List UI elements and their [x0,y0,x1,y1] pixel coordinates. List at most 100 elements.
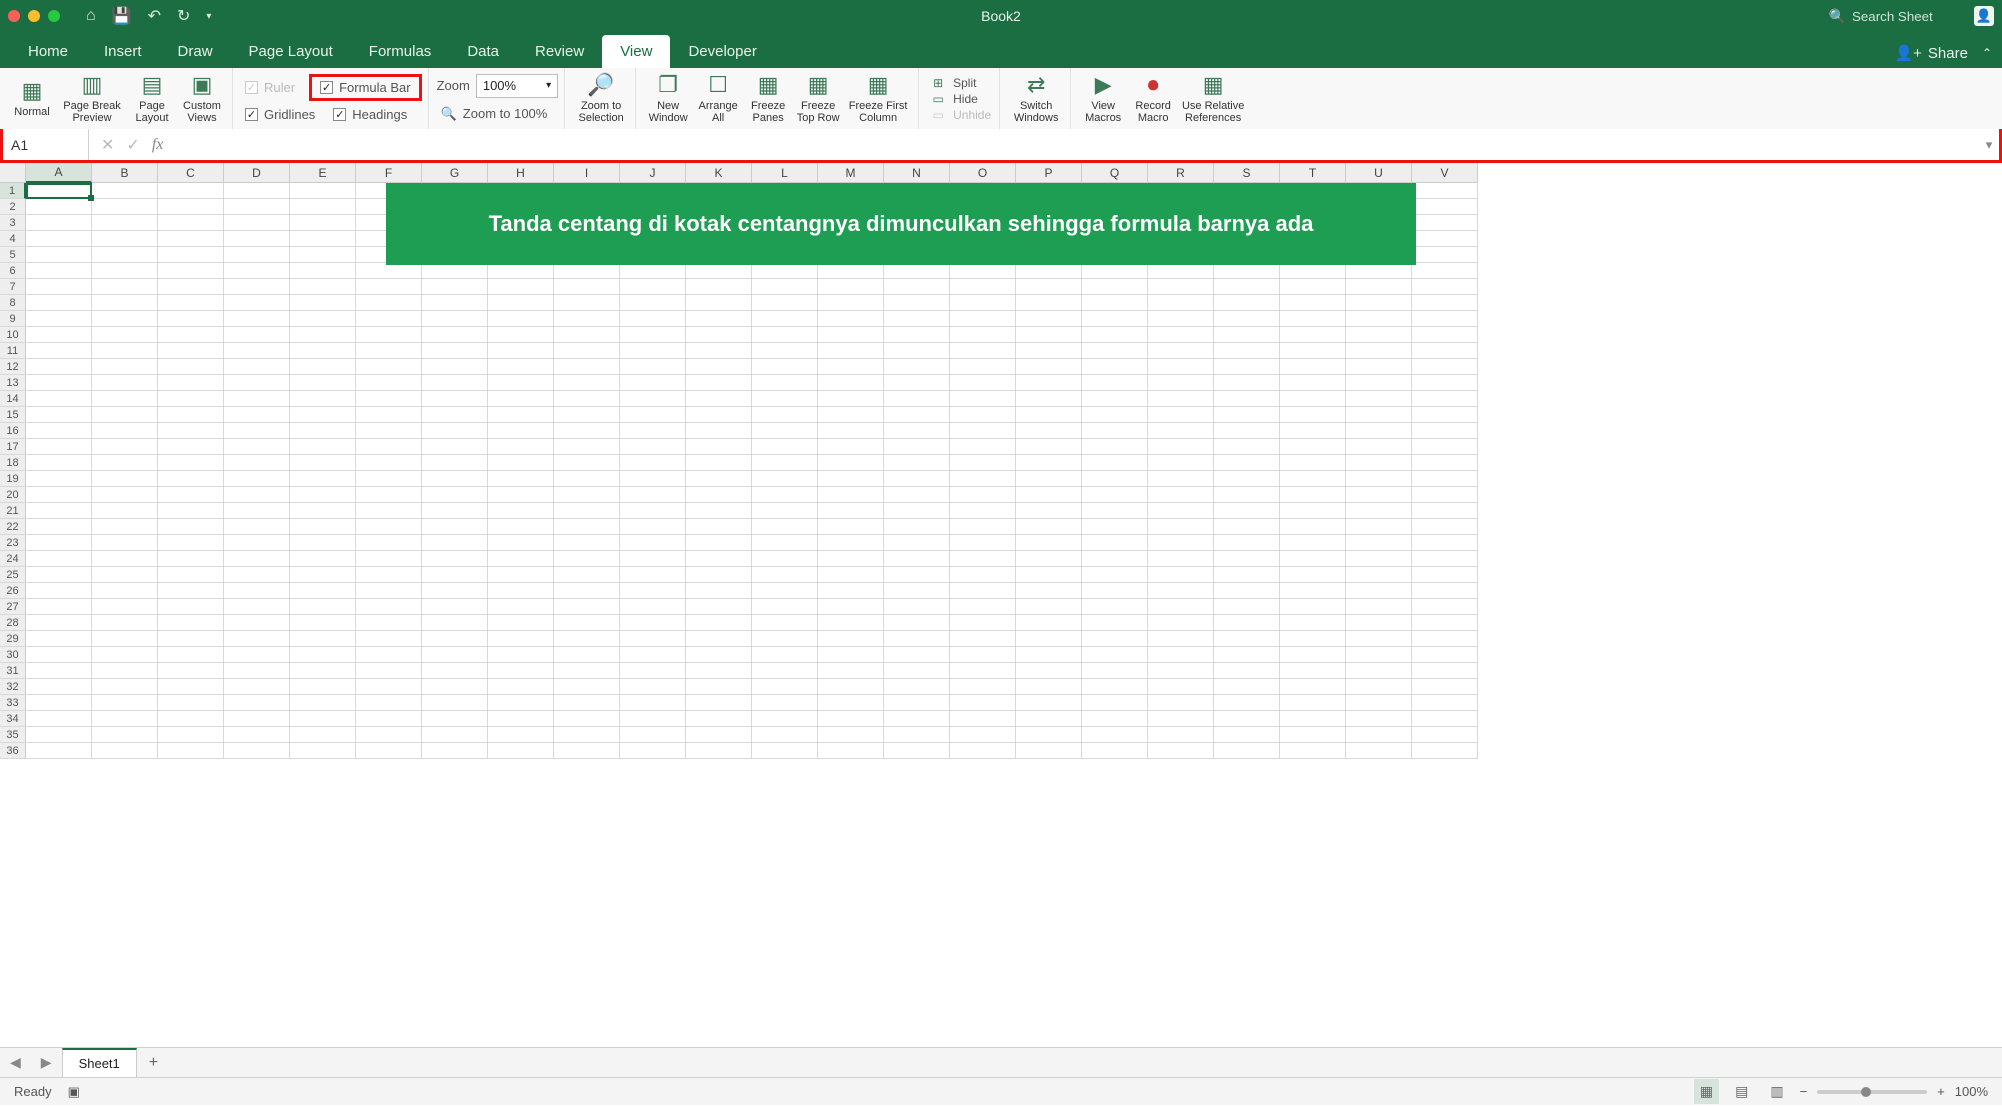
cell[interactable] [1214,279,1280,295]
cell[interactable] [92,695,158,711]
cell[interactable] [488,471,554,487]
cell[interactable] [224,535,290,551]
cell[interactable] [26,615,92,631]
cell[interactable] [422,487,488,503]
cell[interactable] [224,615,290,631]
cell[interactable] [1082,343,1148,359]
cell[interactable] [1016,391,1082,407]
cell[interactable] [884,711,950,727]
cell[interactable] [884,263,950,279]
cell[interactable] [356,647,422,663]
cell[interactable] [1016,343,1082,359]
cell[interactable] [422,743,488,759]
cell[interactable] [818,391,884,407]
cell[interactable] [1346,343,1412,359]
enter-icon[interactable]: ✓ [126,135,139,155]
cell[interactable] [92,663,158,679]
cell[interactable] [26,631,92,647]
formula-bar-checkbox[interactable]: ✓ Formula Bar [316,78,415,97]
cell[interactable] [818,327,884,343]
cell[interactable] [1412,231,1478,247]
cell[interactable] [224,551,290,567]
zoom-slider[interactable] [1817,1090,1927,1094]
cell[interactable] [1412,471,1478,487]
cell[interactable] [422,727,488,743]
cell[interactable] [1280,423,1346,439]
cell[interactable] [752,391,818,407]
cell[interactable] [620,343,686,359]
cell[interactable] [950,599,1016,615]
cell[interactable] [356,455,422,471]
column-header[interactable]: H [488,163,554,183]
cell[interactable] [752,599,818,615]
row-header[interactable]: 33 [0,695,26,711]
cell[interactable] [1346,647,1412,663]
cell[interactable] [422,359,488,375]
cell[interactable] [620,535,686,551]
cell[interactable] [752,535,818,551]
row-header[interactable]: 24 [0,551,26,567]
cell[interactable] [1148,567,1214,583]
cell[interactable] [356,519,422,535]
row-header[interactable]: 15 [0,407,26,423]
cell[interactable] [818,423,884,439]
cell[interactable] [950,743,1016,759]
cell[interactable] [488,743,554,759]
cell[interactable] [1016,295,1082,311]
cell[interactable] [1280,455,1346,471]
cell[interactable] [884,471,950,487]
cell[interactable] [158,423,224,439]
cell[interactable] [620,679,686,695]
cell[interactable] [620,599,686,615]
cell[interactable] [1082,471,1148,487]
cell[interactable] [1016,679,1082,695]
cell[interactable] [290,311,356,327]
cell[interactable] [1082,455,1148,471]
cell[interactable] [224,263,290,279]
cell[interactable] [884,391,950,407]
cell[interactable] [290,407,356,423]
cell[interactable] [224,343,290,359]
cell[interactable] [1082,439,1148,455]
cell[interactable] [554,679,620,695]
cell[interactable] [554,391,620,407]
cell[interactable] [422,327,488,343]
cell[interactable] [92,215,158,231]
cell[interactable] [26,695,92,711]
cell[interactable] [422,263,488,279]
page-layout-button[interactable]: ▤ Page Layout [128,68,176,129]
cell[interactable] [224,183,290,199]
cell[interactable] [1346,631,1412,647]
cell[interactable] [752,359,818,375]
cell[interactable] [1412,343,1478,359]
cell[interactable] [26,423,92,439]
cell[interactable] [620,711,686,727]
cell[interactable] [356,679,422,695]
qat-dropdown-icon[interactable]: ▾ [206,11,211,22]
cell[interactable] [290,231,356,247]
column-header[interactable]: E [290,163,356,183]
cell[interactable] [1280,727,1346,743]
cell[interactable] [1280,391,1346,407]
cell[interactable] [1214,519,1280,535]
cell[interactable] [1412,711,1478,727]
cell[interactable] [1016,439,1082,455]
cell[interactable] [1346,551,1412,567]
cell[interactable] [1214,359,1280,375]
row-header[interactable]: 10 [0,327,26,343]
cell[interactable] [1082,519,1148,535]
cell[interactable] [422,583,488,599]
cell[interactable] [686,439,752,455]
minimize-window-button[interactable] [28,10,40,22]
cell[interactable] [1148,743,1214,759]
cell[interactable] [620,631,686,647]
switch-windows-button[interactable]: ⇄ Switch Windows [1008,68,1064,129]
cell[interactable] [488,519,554,535]
cell[interactable] [1082,647,1148,663]
cell[interactable] [620,375,686,391]
cell[interactable] [422,423,488,439]
cell[interactable] [1016,503,1082,519]
cell[interactable] [1346,503,1412,519]
cell[interactable] [1346,599,1412,615]
cell[interactable] [1214,471,1280,487]
